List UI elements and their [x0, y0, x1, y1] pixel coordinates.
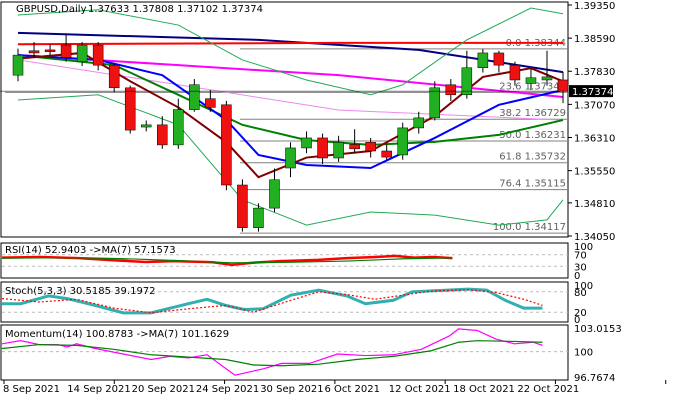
bullish-candle [140, 124, 152, 128]
ohlc-readout: 1.37633 1.37808 1.37102 1.37374 [88, 4, 263, 15]
bearish-candle [509, 64, 521, 81]
bullish-candle [189, 84, 200, 110]
bearish-candle [205, 98, 216, 108]
chart-title: GBPUSD,Daily [16, 4, 87, 15]
momentum-title: Momentum(14) 100.8783 ->MA(7) 101.1629 [5, 329, 229, 340]
x-tick-label: 14 Sep 2021 [67, 384, 130, 395]
y-tick-label: 70 [574, 251, 587, 262]
bearish-candle [44, 49, 56, 52]
bullish-candle [525, 77, 537, 84]
bullish-candle [413, 117, 424, 129]
bearish-candle [557, 79, 569, 92]
x-tick-label: 30 Sep 2021 [260, 384, 323, 395]
bullish-candle [301, 137, 312, 149]
y-tick-label: 1.34810 [574, 199, 615, 210]
bearish-candle [221, 104, 232, 186]
bullish-candle [285, 147, 296, 169]
trading-chart-window: 0.0 1.38344 23.6 1.37346 38.2 1.36729 50.0 … [0, 0, 700, 400]
bearish-candle [317, 137, 328, 159]
y-tick-label: 1.39350 [574, 1, 615, 12]
bullish-candle [429, 87, 441, 119]
bearish-candle [108, 64, 120, 89]
bullish-candle [253, 207, 264, 228]
bearish-candle [365, 142, 376, 152]
y-tick-label: 80 [574, 288, 587, 299]
bearish-candle [493, 52, 505, 66]
bearish-candle [28, 50, 40, 54]
bullish-candle [173, 109, 184, 146]
x-tick-label: 20 Sep 2021 [132, 384, 195, 395]
bullish-candle [269, 179, 280, 209]
x-tick-label: 18 Oct 2021 [453, 384, 515, 395]
bullish-candle [461, 67, 473, 96]
bearish-candle [381, 150, 392, 158]
fib-level-label: 76.4 1.35115 [499, 179, 566, 190]
bearish-candle [445, 84, 457, 96]
bearish-candle [124, 87, 136, 131]
y-tick-label: 96.7674 [574, 373, 615, 384]
y-tick-label: 1.38590 [574, 34, 615, 45]
bullish-candle [477, 52, 489, 69]
bearish-candle [237, 184, 248, 228]
y-tick-label: 1.37070 [574, 100, 615, 111]
x-tick-label: 12 Oct 2021 [389, 384, 451, 395]
bearish-candle [60, 44, 72, 58]
chart-canvas[interactable]: 0.0 1.3834423.6 1.3734638.2 1.3672950.0 … [0, 0, 700, 400]
stoch-title: Stoch(5,3,3) 30.5185 39.1972 [5, 286, 156, 297]
rsi-title: RSI(14) 52.9403 ->MA(7) 57.1573 [5, 245, 176, 256]
x-tick-label: 22 Oct 2021 [517, 384, 579, 395]
y-tick-label: 1.37830 [574, 67, 615, 78]
bearish-candle [157, 124, 168, 146]
fib-level-label: 61.8 1.35732 [499, 152, 566, 163]
bullish-candle [333, 142, 344, 159]
bearish-candle [92, 44, 104, 66]
y-tick-label: 103.0153 [574, 324, 622, 335]
bearish-candle [349, 144, 360, 150]
current-price-label: 1.37374 [572, 87, 613, 98]
fib-level-label: 100.0 1.34117 [493, 222, 566, 233]
bullish-candle [76, 44, 88, 62]
y-tick-label: 100 [574, 348, 593, 359]
x-tick-label: 24 Sep 2021 [196, 384, 259, 395]
x-tick-label: 8 Sep 2021 [3, 384, 60, 395]
x-tick-label: 6 Oct 2021 [325, 384, 380, 395]
bullish-candle [397, 127, 408, 156]
bullish-candle [541, 76, 553, 81]
y-tick-label: 1.36310 [574, 133, 615, 144]
y-tick-label: 1.35550 [574, 167, 615, 178]
bullish-candle [12, 54, 24, 76]
